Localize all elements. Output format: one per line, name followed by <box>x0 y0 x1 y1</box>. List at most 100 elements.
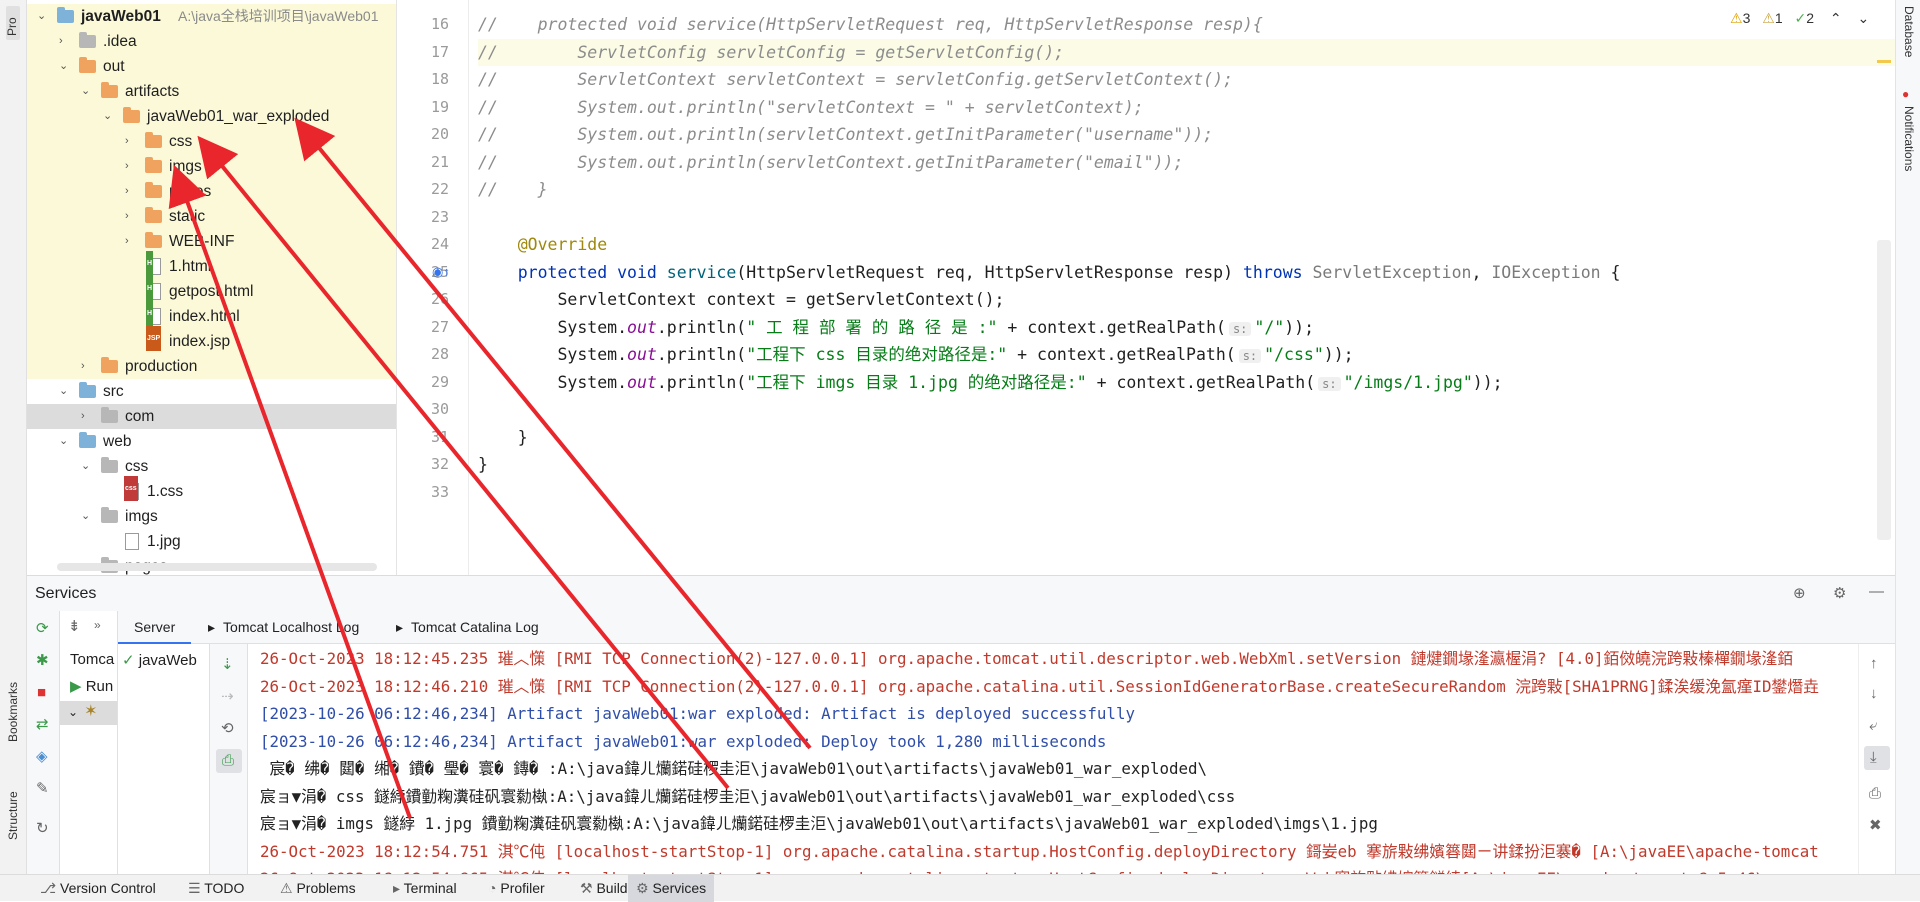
chevron-right-icon[interactable]: › <box>125 186 135 197</box>
tree-item[interactable]: 1.jpg <box>27 529 396 554</box>
chevron-right-icon[interactable]: › <box>125 161 135 172</box>
tree-item[interactable]: ⌄ imgs <box>27 504 396 529</box>
more-icon[interactable]: » <box>94 619 101 631</box>
restart-icon[interactable]: ↻ <box>36 821 49 836</box>
statusbar-profiler-button[interactable]: ◔ Profiler <box>488 875 545 902</box>
override-marker-icon[interactable]: ◉↑ <box>432 265 450 278</box>
tree-item[interactable]: ⌄ javaWeb01 A:\java全栈培训项目\javaWeb01 <box>27 4 396 29</box>
notifications-tool-label[interactable]: Notifications <box>1902 106 1916 171</box>
chevron-down-icon[interactable]: ⌄ <box>81 86 91 97</box>
selected-node[interactable]: ⌄ ✶ <box>60 701 117 725</box>
chevron-down-icon[interactable]: ⌄ <box>59 386 69 397</box>
statusbar-todo-button[interactable]: ☰ TODO <box>188 875 244 902</box>
deployment-item[interactable]: ✓ javaWeb <box>122 651 197 669</box>
chevron-down-icon[interactable]: ⌄ <box>59 61 69 72</box>
prev-highlight-icon[interactable]: ⌃ <box>1830 10 1842 26</box>
tree-item[interactable]: css 1.css <box>27 476 396 504</box>
stop-icon[interactable]: ■ <box>37 685 46 700</box>
undeploy-icon[interactable]: ⇢ <box>221 689 234 704</box>
file-badge: css <box>124 476 138 501</box>
redeploy-icon[interactable]: ⟲ <box>221 721 234 736</box>
tab-catalina-log[interactable]: ▸ Tomcat Catalina Log <box>396 611 539 644</box>
right-tool-strip: Database ● Notifications <box>1895 0 1920 874</box>
line-number: 22 <box>430 180 449 198</box>
minimize-icon[interactable]: — <box>1869 584 1884 599</box>
chevron-right-icon[interactable]: › <box>81 361 91 372</box>
update-icon[interactable]: ◈ <box>36 749 48 764</box>
statusbar-terminal-button[interactable]: ▸ Terminal <box>393 875 457 902</box>
notification-bell-icon[interactable]: ● <box>1902 88 1909 100</box>
toggle-output-button[interactable]: ⎙ <box>216 749 242 773</box>
chevron-down-icon[interactable]: ⌄ <box>103 111 113 122</box>
folder-icon <box>101 407 118 423</box>
tree-item[interactable]: › css <box>27 129 396 154</box>
arrow-down-icon[interactable]: ↓ <box>1870 686 1878 701</box>
gear-icon[interactable]: ⚙ <box>1833 586 1846 601</box>
tree-item[interactable]: ⌄ javaWeb01_war_exploded <box>27 104 396 129</box>
deploy-all-icon[interactable]: ⇣ <box>221 657 234 672</box>
tree-item[interactable]: ⌄ css <box>27 454 396 479</box>
database-tool-label[interactable]: Database <box>1902 6 1916 57</box>
line-number: 24 <box>430 235 449 253</box>
code-line: // System.out.println("servletContext = … <box>478 97 1144 117</box>
refresh-icon[interactable]: ⟳ <box>36 621 49 636</box>
tree-item[interactable]: Hgetpost.html <box>27 276 396 304</box>
tree-item[interactable]: JSP index.jsp <box>27 326 396 354</box>
project-tool-label[interactable]: Pro <box>5 17 19 36</box>
tab-server[interactable]: Server <box>118 611 192 644</box>
folder-icon <box>101 82 118 98</box>
structure-tool-label[interactable]: Structure <box>6 791 20 840</box>
console-output[interactable]: 26-Oct-2023 18:12:45.235 璀︿憡 [RMI TCP Co… <box>248 644 1858 874</box>
tree-item[interactable]: H 1.html <box>27 251 396 279</box>
inspection-widget[interactable]: ⚠3 ⚠1 ✓2 ⌃ ⌄ <box>1730 10 1869 27</box>
tab-localhost-log[interactable]: ▸ Tomcat Localhost Log <box>208 611 359 644</box>
chevron-right-icon[interactable]: › <box>125 211 135 222</box>
tree-item[interactable]: › pages <box>27 179 396 204</box>
scroll-to-end-button[interactable]: ⤓ <box>1864 746 1890 770</box>
tree-item[interactable]: › imgs <box>27 154 396 179</box>
chevron-right-icon[interactable]: › <box>81 411 91 422</box>
terminal-icon: ▸ <box>393 880 404 896</box>
editor-scrollbar[interactable] <box>1877 240 1891 540</box>
debug-icon[interactable]: ✱ <box>36 653 49 668</box>
code-line: } <box>478 427 528 447</box>
tomcat-server-node[interactable]: Tomca <box>70 651 114 668</box>
chevron-down-icon[interactable]: ⌄ <box>81 461 91 472</box>
tree-item[interactable]: › production <box>27 354 396 379</box>
tree-item[interactable]: ⌄ web <box>27 429 396 454</box>
soft-wrap-icon[interactable]: ⤶ <box>1869 718 1877 733</box>
tree-scrollbar[interactable] <box>57 563 377 571</box>
tree-item[interactable]: ⌄ artifacts <box>27 79 396 104</box>
folder-icon <box>145 207 162 223</box>
console-line: [2023-10-26 06:12:46,234] Artifact javaW… <box>260 704 1135 723</box>
tree-item[interactable]: › WEB-INF <box>27 229 396 254</box>
statusbar-problems-button[interactable]: ⚠ Problems <box>280 875 356 902</box>
tree-item[interactable]: ⌄ src <box>27 379 396 404</box>
chevron-down-icon[interactable]: ⌄ <box>59 436 69 447</box>
tree-item[interactable]: › com <box>27 404 396 429</box>
tree-item[interactable]: ⌄ out <box>27 54 396 79</box>
file-badge: H <box>146 301 154 326</box>
tree-item[interactable]: Hindex.html <box>27 301 396 329</box>
statusbar-version-control-button[interactable]: ⎇ Version Control <box>40 875 156 902</box>
chevron-right-icon[interactable]: › <box>125 236 135 247</box>
chevron-down-icon[interactable]: ⌄ <box>81 511 91 522</box>
expand-all-icon[interactable]: ⇟ <box>68 619 81 634</box>
arrow-up-icon[interactable]: ↑ <box>1870 656 1878 671</box>
bookmarks-tool-label[interactable]: Bookmarks <box>6 682 20 742</box>
chevron-right-icon[interactable]: › <box>125 136 135 147</box>
wrench-icon[interactable]: ✎ <box>36 781 49 796</box>
trash-icon[interactable]: ✖ <box>1869 818 1882 833</box>
tree-item[interactable]: › .idea <box>27 29 396 54</box>
print-icon[interactable]: ⎙ <box>1869 786 1881 801</box>
chevron-down-icon[interactable]: ⌄ <box>37 11 47 22</box>
chevron-right-icon[interactable]: › <box>59 36 69 47</box>
line-number: 20 <box>430 125 449 143</box>
next-highlight-icon[interactable]: ⌄ <box>1858 10 1870 26</box>
tree-item[interactable]: › static <box>27 204 396 229</box>
statusbar-build-button[interactable]: ⚒ Build <box>580 875 628 902</box>
deploy-icon[interactable]: ⇄ <box>36 717 49 732</box>
statusbar-services-button[interactable]: ⚙ Services <box>628 875 715 902</box>
run-node[interactable]: ▶ Run <box>70 677 113 695</box>
globe-icon[interactable]: ⊕ <box>1793 586 1806 601</box>
